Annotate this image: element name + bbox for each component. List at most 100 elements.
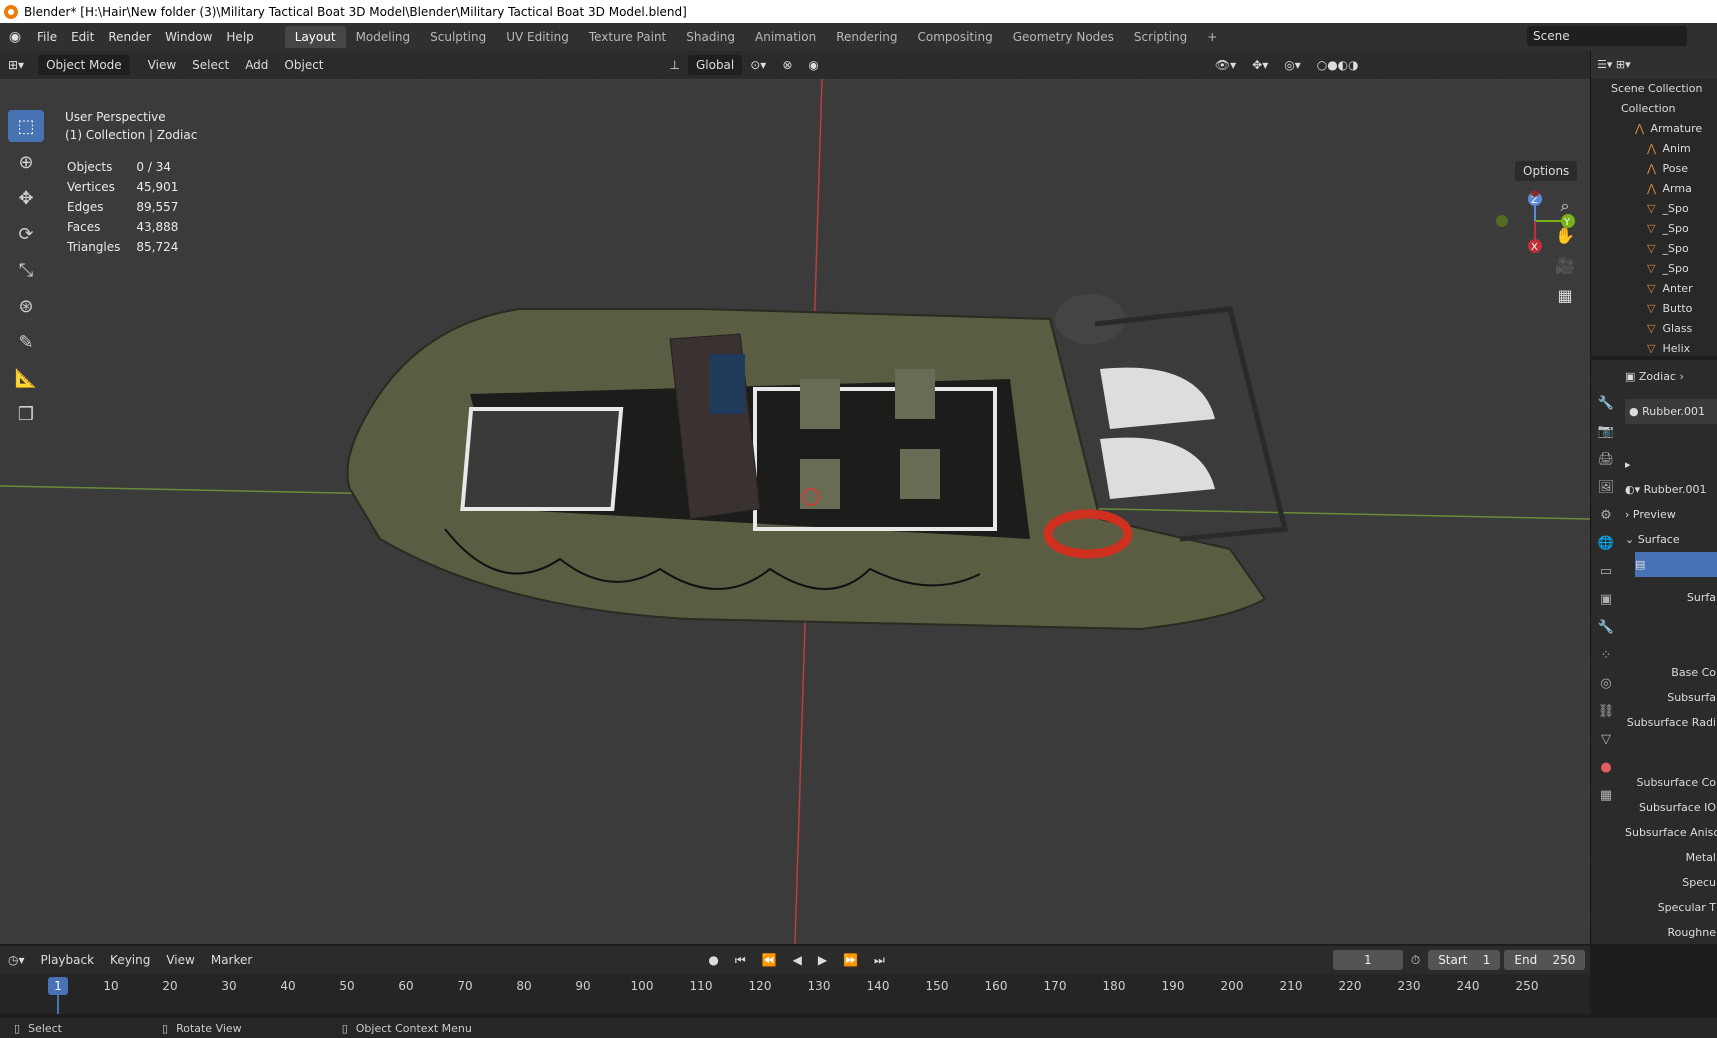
texture-tab-icon[interactable]: ▦ [1591, 782, 1621, 810]
scene-tab-icon[interactable]: ⚙ [1591, 502, 1621, 530]
pan-hand-icon[interactable]: ✋ [1550, 226, 1580, 256]
material-tab-icon[interactable]: ● [1591, 754, 1621, 782]
move-icon[interactable]: ✥ [8, 182, 44, 214]
subsurface-radius-row[interactable]: Subsurface Radi [1625, 710, 1717, 735]
metallic-row[interactable]: Metal [1625, 845, 1717, 870]
outliner-item[interactable]: ▽ Helix [1591, 339, 1717, 359]
outliner-item[interactable]: ▽ _Spo [1591, 199, 1717, 219]
tab-shading[interactable]: Shading [676, 26, 745, 48]
tab-sculpting[interactable]: Sculpting [420, 26, 496, 48]
outliner-item[interactable]: ▽ _Spo [1591, 259, 1717, 279]
outliner-collection[interactable]: Collection [1591, 99, 1717, 119]
material-selector[interactable]: ◐▾ Rubber.001 [1625, 477, 1717, 502]
view-layer-tab-icon[interactable]: 🖼 [1591, 474, 1621, 502]
jump-start-icon[interactable]: ⏮ [727, 950, 754, 970]
stopwatch-icon[interactable]: ⏱ [1403, 950, 1428, 970]
menu-render[interactable]: Render [101, 26, 158, 48]
world-tab-icon[interactable]: 🌐 [1591, 530, 1621, 558]
proportional-edit-icon[interactable]: ◉ [800, 55, 826, 75]
pivot-icon[interactable]: ⊙▾ [742, 55, 774, 75]
subsurface-ior-row[interactable]: Subsurface IO [1625, 795, 1717, 820]
output-tab-icon[interactable]: 🖨 [1591, 446, 1621, 474]
material-slot[interactable]: ● Rubber.001 [1625, 399, 1717, 424]
visibility-icon[interactable]: 👁▾ [1207, 55, 1244, 75]
end-frame-field[interactable]: End 250 [1504, 950, 1586, 970]
tab-scripting[interactable]: Scripting [1124, 26, 1197, 48]
blender-menu-icon[interactable]: ◉ [0, 29, 30, 45]
tab-texture-paint[interactable]: Texture Paint [579, 26, 676, 48]
outliner-item[interactable]: ▽ Butto [1591, 299, 1717, 319]
outliner-item[interactable]: ⋀ Armature [1591, 119, 1717, 139]
menu-timeline-view[interactable]: View [158, 950, 202, 970]
gizmo-icon[interactable]: ✥▾ [1244, 55, 1276, 75]
tab-animation[interactable]: Animation [745, 26, 826, 48]
outliner-item[interactable]: ▽ Anter [1591, 279, 1717, 299]
menu-select[interactable]: Select [184, 55, 237, 75]
prev-key-icon[interactable]: ⏪ [754, 950, 785, 970]
grid-view-icon[interactable]: ▦ [1550, 286, 1580, 316]
play-icon[interactable]: ▶ [810, 950, 835, 970]
jump-end-icon[interactable]: ⏭ [866, 950, 893, 970]
snap-icon[interactable]: ⊗ [774, 55, 800, 75]
next-key-icon[interactable]: ⏩ [835, 950, 866, 970]
outliner-item[interactable]: ⋀ Arma [1591, 179, 1717, 199]
select-box-icon[interactable]: ⬚ [8, 110, 44, 142]
menu-marker[interactable]: Marker [203, 950, 260, 970]
tab-modeling[interactable]: Modeling [346, 26, 421, 48]
menu-add[interactable]: Add [237, 55, 276, 75]
outliner-item[interactable]: ⋀ Anim [1591, 139, 1717, 159]
scene-selector[interactable]: Scene [1527, 26, 1687, 46]
menu-object[interactable]: Object [276, 55, 331, 75]
transform-orientation-dropdown[interactable]: Global [687, 55, 743, 75]
menu-help[interactable]: Help [219, 26, 260, 48]
add-cube-icon[interactable]: ❒ [8, 398, 44, 430]
tool-tab-icon[interactable]: 🔧 [1591, 390, 1621, 418]
outliner-item[interactable]: ⋀ Pose [1591, 159, 1717, 179]
collection-tab-icon[interactable]: ▭ [1591, 558, 1621, 586]
menu-playback[interactable]: Playback [33, 950, 103, 970]
surface-panel[interactable]: ⌄ Surface [1625, 527, 1717, 552]
options-dropdown[interactable]: Options [1515, 161, 1578, 181]
tab-uv-editing[interactable]: UV Editing [496, 26, 579, 48]
expand-icon[interactable]: ▸ [1625, 452, 1717, 477]
measure-icon[interactable]: 📐 [8, 362, 44, 394]
subsurface-color-row[interactable]: Subsurface Co [1625, 770, 1717, 795]
play-reverse-icon[interactable]: ◀ [785, 950, 810, 970]
rotate-icon[interactable]: ⟳ [8, 218, 44, 250]
annotate-icon[interactable]: ✎ [8, 326, 44, 358]
outliner-item[interactable]: ▽ _Spo [1591, 239, 1717, 259]
subsurface-row[interactable]: Subsurfa [1625, 685, 1717, 710]
render-tab-icon[interactable]: 📷 [1591, 418, 1621, 446]
start-frame-field[interactable]: Start 1 [1428, 950, 1501, 970]
add-workspace-icon[interactable]: + [1197, 26, 1227, 48]
surface-field[interactable]: Surfa [1625, 585, 1717, 610]
overlay-icon[interactable]: ◎▾ [1276, 55, 1309, 75]
outliner-scene-collection[interactable]: Scene Collection [1591, 79, 1717, 99]
menu-window[interactable]: Window [158, 26, 219, 48]
node-button[interactable]: ▤ [1635, 552, 1717, 577]
current-frame-field[interactable]: 1 [1332, 950, 1403, 970]
editor-type-icon[interactable]: ⊞▾ [0, 55, 32, 75]
outliner-item[interactable]: ▽ Glass [1591, 319, 1717, 339]
physics-tab-icon[interactable]: ◎ [1591, 670, 1621, 698]
zoom-icon[interactable]: ⌕ [1550, 196, 1580, 226]
menu-keying[interactable]: Keying [102, 950, 158, 970]
roughness-row[interactable]: Roughne [1625, 920, 1717, 945]
shading-modes-icon[interactable]: ○●◐◑ [1309, 55, 1367, 75]
timeline-ruler[interactable]: 1 10 20 30 40 50 60 70 80 90 100 110 120… [0, 974, 1590, 1014]
camera-view-icon[interactable]: 🎥 [1550, 256, 1580, 286]
object-tab-icon[interactable]: ▣ [1591, 586, 1621, 614]
outliner-item[interactable]: ▽ _Spo [1591, 219, 1717, 239]
menu-file[interactable]: File [30, 26, 64, 48]
menu-view[interactable]: View [140, 55, 184, 75]
data-tab-icon[interactable]: ▽ [1591, 726, 1621, 754]
3d-viewport[interactable]: Options Z Y X ⌕ ✋ 🎥 ▦ [0, 79, 1590, 944]
cursor-icon[interactable]: ⊕ [8, 146, 44, 178]
particles-tab-icon[interactable]: ⁘ [1591, 642, 1621, 670]
tab-layout[interactable]: Layout [284, 26, 346, 48]
constraints-tab-icon[interactable]: ⛓ [1591, 698, 1621, 726]
scale-icon[interactable]: ⤡ [8, 254, 44, 286]
current-frame-marker[interactable]: 1 [48, 977, 68, 995]
menu-edit[interactable]: Edit [64, 26, 101, 48]
subsurface-aniso-row[interactable]: Subsurface Aniso [1625, 820, 1717, 845]
